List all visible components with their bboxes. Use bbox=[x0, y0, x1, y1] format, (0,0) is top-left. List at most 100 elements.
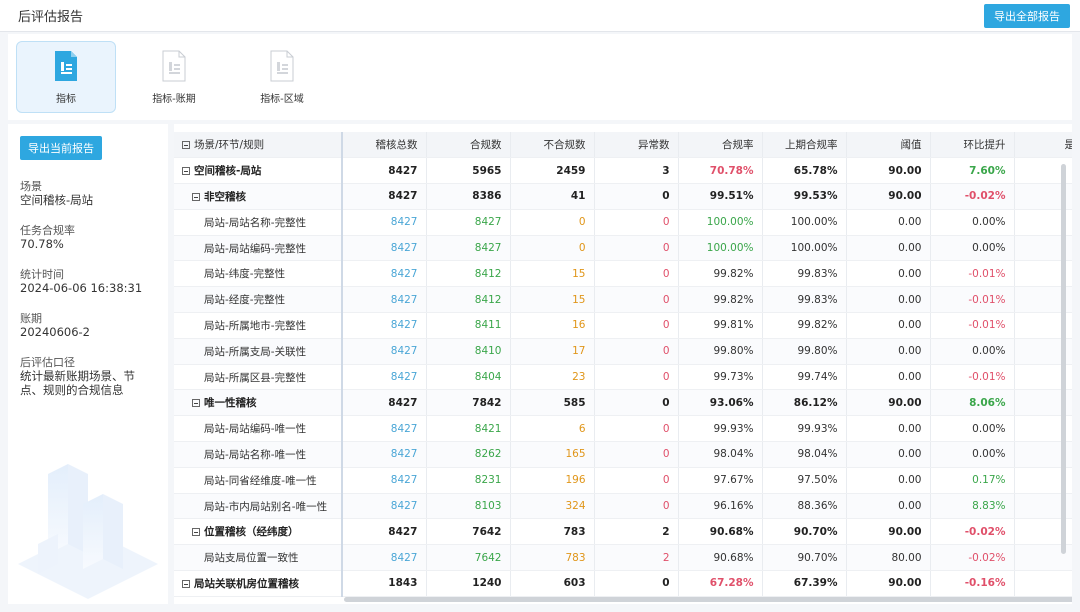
info-value: 2024-06-06 16:38:31 bbox=[20, 281, 143, 295]
cell-abnormal: 0 bbox=[594, 493, 679, 520]
table-row[interactable]: 空间稽核-局站 8427 5965 2459 3 70.78% 65.78% 90.00 7.6… bbox=[174, 157, 1072, 185]
table-row[interactable]: 局站-局站名称-唯一性 8427 8262 165 0 98.04% 98.04% 0.00 0… bbox=[174, 441, 1072, 468]
table-row[interactable]: 局站-所属区县-完整性 8427 8404 23 0 99.73% 99.74% 0.00 -0… bbox=[174, 364, 1072, 391]
row-name: 局站-同省经维度-唯一性 bbox=[204, 474, 317, 487]
cell-delta: -0.01% bbox=[930, 260, 1015, 288]
col-header-whether[interactable]: 是否 bbox=[1014, 132, 1072, 159]
cell-prev-rate: 99.83% bbox=[762, 260, 847, 288]
cell-prev-rate: 99.83% bbox=[762, 286, 847, 314]
vertical-scrollbar[interactable] bbox=[1061, 164, 1066, 554]
cell-delta: -0.02% bbox=[930, 518, 1015, 546]
table-row[interactable]: 局站关联机房位置稽核 1843 1240 603 0 67.28% 67.39% 90.00-… bbox=[174, 570, 1072, 597]
cell-ok: 8411 bbox=[426, 312, 511, 339]
decorative-building-illustration bbox=[18, 464, 158, 599]
info-stat-time: 统计时间 2024-06-06 16:38:31 bbox=[20, 268, 156, 295]
cell-scene: 局站-局站编码-完整性 bbox=[174, 235, 343, 262]
collapse-icon[interactable] bbox=[182, 167, 190, 176]
row-name: 局站-所属支局-关联性 bbox=[204, 345, 307, 358]
col-header-prev-rate[interactable]: 上期合规率 bbox=[762, 132, 847, 159]
collapse-icon[interactable] bbox=[192, 399, 200, 408]
tab-indicator-period-label: 指标-账期 bbox=[152, 93, 196, 105]
cell-threshold: 90.00 bbox=[846, 389, 931, 417]
collapse-icon[interactable] bbox=[192, 528, 200, 537]
table-row[interactable]: 局站-市内局站别名-唯一性 8427 8103 324 0 96.16% 88.36% 0.0… bbox=[174, 493, 1072, 520]
row-name: 唯一性稽核 bbox=[204, 397, 257, 410]
table-row[interactable]: 局站-纬度-完整性 8427 8412 15 0 99.82% 99.83% 0.00 -0.0… bbox=[174, 260, 1072, 288]
table-row[interactable]: 局站-同省经维度-唯一性 8427 8231 196 0 97.67% 97.50% 0.00… bbox=[174, 467, 1072, 494]
cell-delta: 8.83% bbox=[930, 493, 1015, 520]
info-label: 场景 bbox=[20, 180, 42, 193]
table-row[interactable]: 非空稽核 8427 8386 41 0 99.51% 99.53% 90.00 -0.02% bbox=[174, 183, 1072, 210]
cell-threshold: 0.00 bbox=[846, 338, 931, 365]
cell-scene: 局站支局位置一致性 bbox=[174, 544, 343, 572]
cell-delta: 0.00% bbox=[930, 209, 1015, 236]
cell-prev-rate: 100.00% bbox=[762, 235, 847, 262]
col-header-rate[interactable]: 合规率 bbox=[678, 132, 763, 159]
table-row[interactable]: 局站-局站编码-唯一性 8427 8421 6 0 99.93% 99.93% 0.00 0.0… bbox=[174, 415, 1072, 443]
table-row[interactable]: 位置稽核（经纬度） 8427 7642 783 2 90.68% 90.70% 90.00 -0… bbox=[174, 518, 1072, 546]
cell-total: 8427 bbox=[342, 338, 427, 365]
tab-indicator[interactable]: 指标 bbox=[16, 41, 116, 113]
cell-delta: -0.16% bbox=[930, 570, 1015, 597]
col-header-total[interactable]: 稽核总数 bbox=[342, 132, 427, 159]
cell-rate: 99.93% bbox=[678, 415, 763, 443]
col-header-abn[interactable]: 异常数 bbox=[594, 132, 679, 159]
col-header-threshold[interactable]: 阈值 bbox=[846, 132, 931, 159]
table-row[interactable]: 局站-局站编码-完整性 8427 8427 0 0 100.00% 100.00% 0.00 0… bbox=[174, 235, 1072, 262]
info-caliber: 后评估口径 统计最新账期场景、节点、规则的合规信息 bbox=[20, 356, 156, 397]
col-header-ok[interactable]: 合规数 bbox=[426, 132, 511, 159]
cell-abnormal: 0 bbox=[594, 467, 679, 494]
cell-bad: 41 bbox=[510, 183, 595, 210]
collapse-icon[interactable] bbox=[192, 192, 200, 201]
info-value: 20240606-2 bbox=[20, 325, 90, 339]
tab-indicator-region[interactable]: 指标-区域 bbox=[232, 41, 332, 113]
col-header-delta[interactable]: 环比提升 bbox=[930, 132, 1015, 159]
cell-prev-rate: 99.93% bbox=[762, 415, 847, 443]
report-doc-icon bbox=[162, 50, 186, 81]
cell-ok: 7642 bbox=[426, 544, 511, 572]
cell-prev-rate: 67.39% bbox=[762, 570, 847, 597]
cell-total: 8427 bbox=[342, 415, 427, 443]
tab-indicator-period[interactable]: 指标-账期 bbox=[124, 41, 224, 113]
cell-bad: 0 bbox=[510, 209, 595, 236]
collapse-icon[interactable] bbox=[182, 579, 190, 588]
table-row[interactable]: 局站-所属支局-关联性 8427 8410 17 0 99.80% 99.80% 0.00 0.… bbox=[174, 338, 1072, 365]
cell-scene: 局站-局站名称-完整性 bbox=[174, 209, 343, 236]
cell-total: 8427 bbox=[342, 183, 427, 210]
cell-abnormal: 0 bbox=[594, 235, 679, 262]
col-header-bad[interactable]: 不合规数 bbox=[510, 132, 595, 159]
row-name: 位置稽核（经纬度） bbox=[204, 526, 299, 539]
cell-threshold: 0.00 bbox=[846, 260, 931, 288]
row-name: 局站-所属区县-完整性 bbox=[204, 371, 307, 384]
cell-delta: -0.01% bbox=[930, 312, 1015, 339]
cell-threshold: 90.00 bbox=[846, 518, 931, 546]
table-row[interactable]: 局站-局站名称-完整性 8427 8427 0 0 100.00% 100.00% 0.00 0… bbox=[174, 209, 1072, 236]
horizontal-scrollbar[interactable] bbox=[344, 597, 1072, 602]
cell-delta: -0.01% bbox=[930, 364, 1015, 391]
cell-bad: 196 bbox=[510, 467, 595, 494]
cell-scene: 唯一性稽核 bbox=[174, 389, 343, 417]
cell-rate: 99.73% bbox=[678, 364, 763, 391]
export-current-button[interactable]: 导出当前报告 bbox=[20, 136, 102, 160]
table-row[interactable]: 唯一性稽核 8427 7842 585 0 93.06% 86.12% 90.00 8.06% bbox=[174, 389, 1072, 417]
table-row[interactable]: 局站-经度-完整性 8427 8412 15 0 99.82% 99.83% 0.00 -0.0… bbox=[174, 286, 1072, 314]
cell-ok: 5965 bbox=[426, 157, 511, 185]
cell-threshold: 90.00 bbox=[846, 570, 931, 597]
report-table: 场景/环节/规则 稽核总数 合规数 不合规数 异常数 合规率 上期合规率 阈值 … bbox=[174, 132, 1072, 597]
cell-total: 8427 bbox=[342, 235, 427, 262]
table-row[interactable]: 局站-所属地市-完整性 8427 8411 16 0 99.81% 99.82% 0.00 -0… bbox=[174, 312, 1072, 339]
cell-delta: 0.00% bbox=[930, 441, 1015, 468]
table-row[interactable]: 局站支局位置一致性 8427 7642 783 2 90.68% 90.70% 80.00 -0… bbox=[174, 544, 1072, 572]
cell-bad: 783 bbox=[510, 518, 595, 546]
cell-threshold: 0.00 bbox=[846, 235, 931, 262]
row-name: 局站-纬度-完整性 bbox=[204, 268, 286, 281]
cell-scene: 局站-局站名称-唯一性 bbox=[174, 441, 343, 468]
cell-delta: -0.02% bbox=[930, 544, 1015, 572]
info-value: 空间稽核-局站 bbox=[20, 193, 94, 207]
export-all-button[interactable]: 导出全部报告 bbox=[984, 3, 1070, 28]
cell-total: 8427 bbox=[342, 441, 427, 468]
collapse-icon[interactable] bbox=[182, 141, 190, 150]
cell-prev-rate: 99.80% bbox=[762, 338, 847, 365]
cell-abnormal: 0 bbox=[594, 183, 679, 210]
col-header-scene[interactable]: 场景/环节/规则 bbox=[174, 132, 343, 159]
